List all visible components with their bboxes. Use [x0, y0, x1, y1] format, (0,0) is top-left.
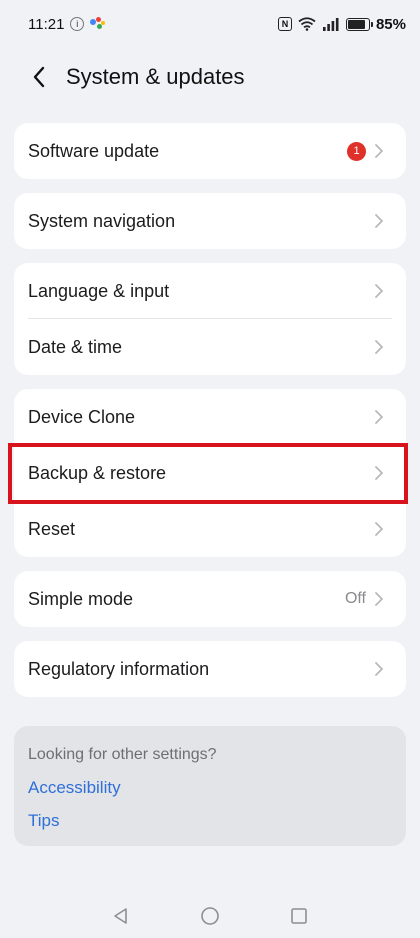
- row-label: Simple mode: [28, 588, 134, 609]
- back-triangle-icon: [114, 908, 127, 924]
- row-right: [374, 213, 384, 229]
- settings-group-navigation: System navigation: [14, 193, 406, 249]
- battery-icon: [345, 17, 373, 31]
- row-backup-restore[interactable]: Backup & restore: [14, 445, 406, 501]
- header: System & updates: [0, 52, 420, 102]
- navigation-bar: [0, 896, 420, 936]
- chevron-right-icon: [375, 410, 383, 424]
- row-right: [374, 339, 384, 355]
- nav-recents-button[interactable]: [290, 907, 308, 925]
- row-device-clone[interactable]: Device Clone: [14, 389, 406, 445]
- status-bar: 11:21 i N 85%: [0, 0, 420, 48]
- row-label: Device Clone: [28, 406, 136, 427]
- row-simple-mode[interactable]: Simple mode Off: [14, 571, 406, 627]
- link-accessibility[interactable]: Accessibility: [28, 778, 392, 798]
- update-badge: 1: [347, 141, 366, 161]
- row-right: [374, 661, 384, 677]
- wifi-icon: [298, 17, 316, 31]
- chevron-right-icon: [375, 662, 383, 676]
- back-button[interactable]: [32, 66, 54, 88]
- chevron-right-icon: [375, 592, 383, 606]
- row-right: 1: [347, 141, 384, 161]
- chevron-right-icon: [375, 214, 383, 228]
- row-regulatory-information[interactable]: Regulatory information: [14, 641, 406, 697]
- link-tips[interactable]: Tips: [28, 811, 392, 831]
- settings-group-language-date: Language & input Date & time: [14, 263, 406, 375]
- row-right: [374, 409, 384, 425]
- row-label: Software update: [28, 140, 160, 161]
- chevron-left-icon: [33, 66, 45, 88]
- other-settings-title: Looking for other settings?: [28, 746, 217, 763]
- status-right: N 85%: [277, 15, 406, 33]
- chevron-right-icon: [375, 340, 383, 354]
- row-language-input[interactable]: Language & input: [14, 263, 406, 319]
- signal-icon: [322, 18, 339, 31]
- row-software-update[interactable]: Software update 1: [14, 123, 406, 179]
- settings-group-backup: Device Clone Backup & restore Reset: [14, 389, 406, 557]
- chevron-right-icon: [375, 284, 383, 298]
- row-date-time[interactable]: Date & time: [14, 319, 406, 375]
- row-system-navigation[interactable]: System navigation: [14, 193, 406, 249]
- row-right: Off: [345, 590, 384, 608]
- row-label: Regulatory information: [28, 658, 210, 679]
- row-right: [374, 521, 384, 537]
- settings-group-software: Software update 1: [14, 123, 406, 179]
- recents-square-icon: [291, 908, 307, 924]
- row-label: Language & input: [28, 280, 170, 301]
- page-title: System & updates: [66, 64, 245, 89]
- row-label: Reset: [28, 518, 76, 539]
- row-reset[interactable]: Reset: [14, 501, 406, 557]
- assistant-icon: [90, 17, 106, 31]
- chevron-right-icon: [375, 144, 383, 158]
- nav-home-button[interactable]: [200, 906, 220, 926]
- other-settings-card: Looking for other settings? Accessibilit…: [14, 726, 406, 846]
- chevron-right-icon: [375, 466, 383, 480]
- settings-group-simple-mode: Simple mode Off: [14, 571, 406, 627]
- row-label: System navigation: [28, 210, 176, 231]
- row-right: [374, 283, 384, 299]
- status-time: 11:21: [28, 15, 65, 33]
- chevron-right-icon: [375, 522, 383, 536]
- info-icon: i: [70, 17, 85, 31]
- status-left: 11:21 i: [28, 16, 106, 33]
- settings-group-regulatory: Regulatory information: [14, 641, 406, 697]
- battery-fill: [347, 19, 365, 29]
- battery-percent: 85%: [375, 15, 406, 33]
- simple-mode-value: Off: [344, 590, 366, 607]
- nfc-icon: N: [277, 17, 292, 31]
- home-circle-icon: [201, 907, 219, 925]
- row-label: Date & time: [28, 336, 123, 357]
- row-right: [374, 465, 384, 481]
- nav-back-button[interactable]: [112, 907, 130, 925]
- row-label: Backup & restore: [28, 462, 167, 483]
